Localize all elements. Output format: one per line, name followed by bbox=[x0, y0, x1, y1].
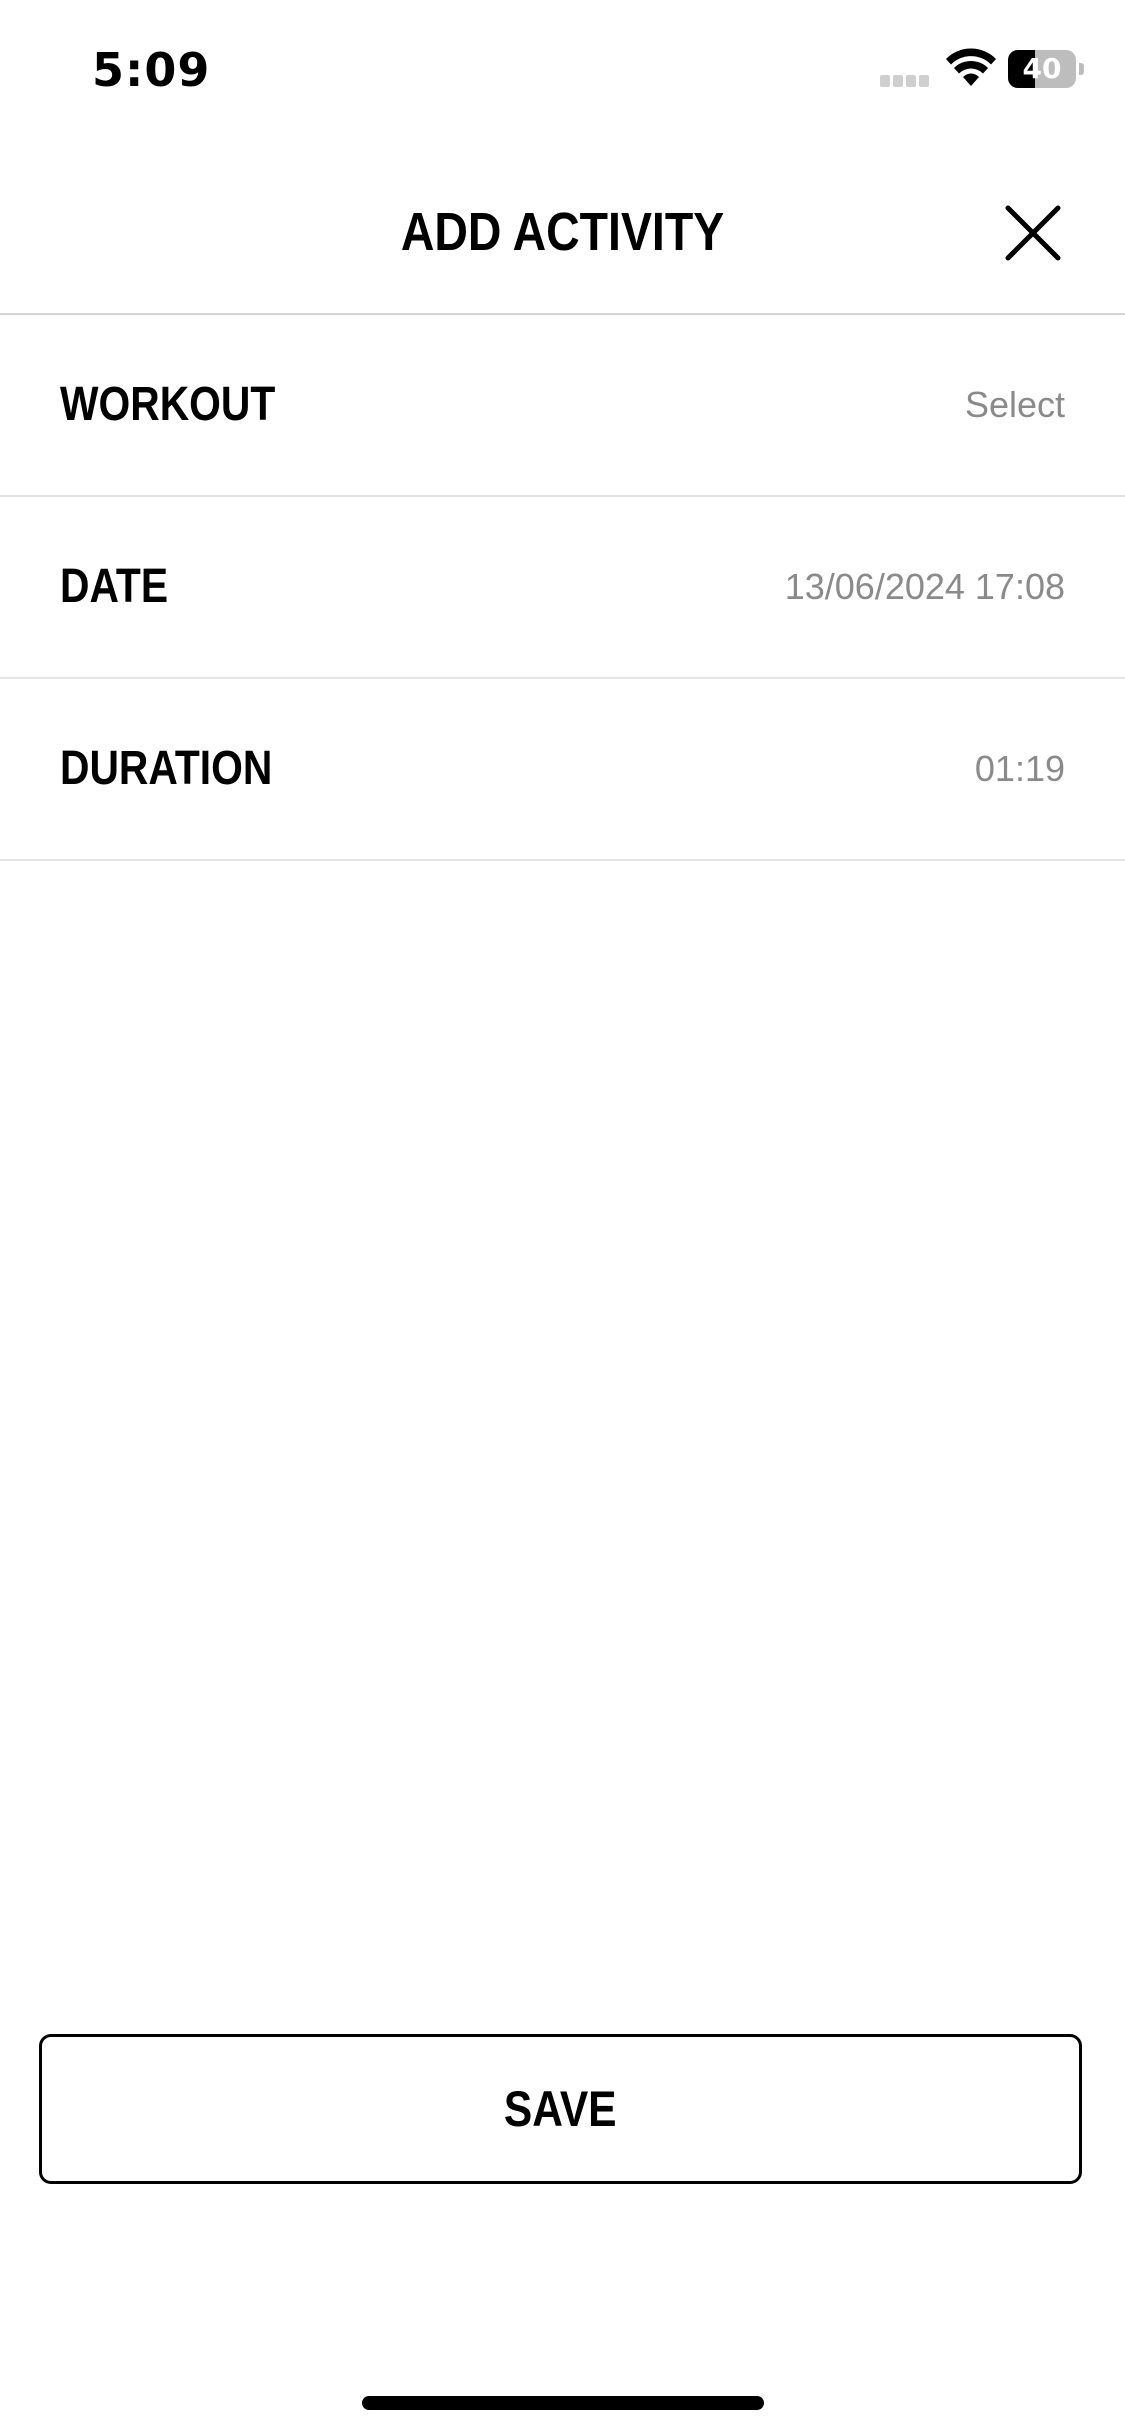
cellular-signal-icon bbox=[880, 74, 936, 87]
workout-row[interactable]: WORKOUT Select bbox=[0, 315, 1125, 497]
page-title: ADD ACTIVITY bbox=[400, 202, 725, 262]
modal-header: ADD ACTIVITY bbox=[0, 132, 1125, 315]
status-time: 5:09 bbox=[92, 43, 211, 97]
save-button-label: SAVE bbox=[504, 2081, 617, 2137]
home-indicator[interactable] bbox=[362, 2396, 764, 2410]
workout-label: WORKOUT bbox=[60, 378, 276, 431]
date-row[interactable]: DATE 13/06/2024 17:08 bbox=[0, 497, 1125, 679]
battery-level: 40 bbox=[1022, 52, 1062, 85]
wifi-icon bbox=[946, 48, 996, 86]
close-button[interactable] bbox=[1000, 200, 1066, 266]
duration-row[interactable]: DURATION 01:19 bbox=[0, 679, 1125, 861]
duration-label: DURATION bbox=[60, 742, 273, 795]
close-icon bbox=[1005, 205, 1061, 261]
workout-select[interactable]: Select bbox=[965, 315, 1065, 495]
date-value[interactable]: 13/06/2024 17:08 bbox=[785, 497, 1065, 677]
battery-icon: 40 bbox=[1008, 50, 1086, 88]
duration-value[interactable]: 01:19 bbox=[975, 679, 1065, 859]
status-bar: 5:09 40 bbox=[0, 0, 1125, 132]
save-button[interactable]: SAVE bbox=[39, 2034, 1082, 2184]
date-label: DATE bbox=[60, 560, 169, 613]
